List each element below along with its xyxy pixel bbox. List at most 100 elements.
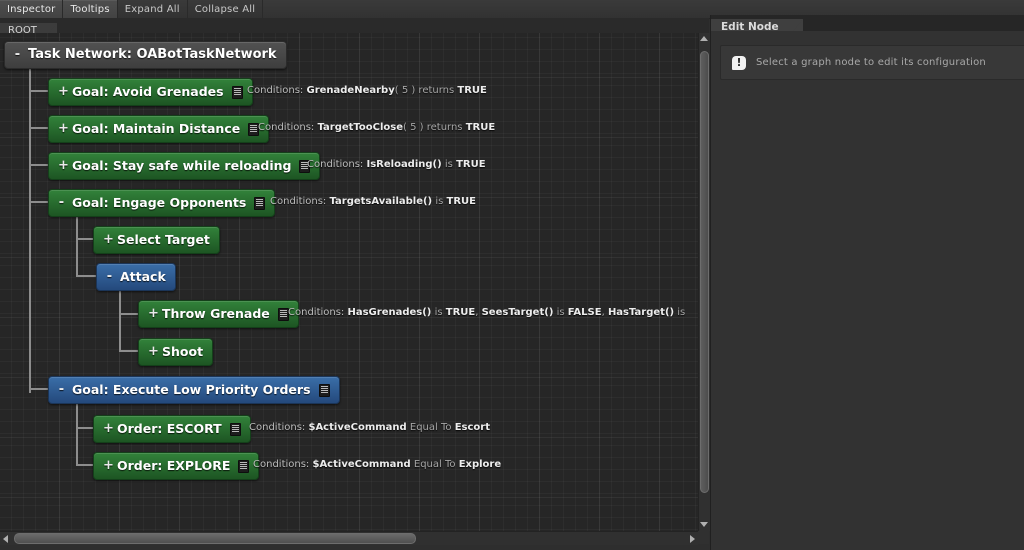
node-toggle-collapse-icon[interactable]: - <box>106 264 113 290</box>
node-condition-maintain-distance: Conditions: TargetTooClose( 5 ) returns … <box>258 115 495 141</box>
condition-function: TargetsAvailable() <box>329 196 433 207</box>
condition-prefix: Conditions: <box>288 307 348 318</box>
condition-function: HasGrenades() <box>347 307 432 318</box>
edit-node-panel: Edit Node Select a graph node to edit it… <box>710 15 1024 550</box>
scroll-right-arrow-icon[interactable] <box>690 535 695 543</box>
node-condition-avoid-grenades: Conditions: GrenadeNearby( 5 ) returns T… <box>247 78 487 104</box>
condition-function: IsReloading() <box>366 159 442 170</box>
graph-node-select-target[interactable]: + Select Target <box>93 226 220 254</box>
condition-prefix: Conditions: <box>249 422 309 433</box>
condition-bool: TRUE <box>446 196 476 207</box>
connector-branch <box>119 313 139 315</box>
node-toggle-expand-icon[interactable]: + <box>58 153 69 179</box>
node-toggle-expand-icon[interactable]: + <box>58 79 69 105</box>
edit-panel-info-box: Select a graph node to edit its configur… <box>720 45 1024 80</box>
node-document-icon[interactable] <box>231 85 243 99</box>
canvas-vertical-scrollbar[interactable] <box>698 33 710 531</box>
node-document-icon[interactable] <box>254 196 266 210</box>
connector-branch <box>76 464 94 466</box>
node-toggle-collapse-icon[interactable]: - <box>14 42 21 68</box>
node-label: Goal: Avoid Grenades <box>72 84 224 99</box>
graph-node-order-escort[interactable]: + Order: ESCORT <box>93 415 251 443</box>
graph-node-avoid-grenades[interactable]: + Goal: Avoid Grenades <box>48 78 253 106</box>
connector-branch <box>29 164 50 166</box>
node-toggle-expand-icon[interactable]: + <box>103 453 114 479</box>
graph-node-root[interactable]: - Task Network: OABotTaskNetwork <box>4 41 287 69</box>
node-label: Shoot <box>162 344 204 359</box>
condition-prefix: Conditions: <box>307 159 367 170</box>
node-condition-engage-opponents: Conditions: TargetsAvailable() is TRUE <box>270 189 476 215</box>
node-toggle-expand-icon[interactable]: + <box>148 301 159 327</box>
node-condition-order-explore: Conditions: $ActiveCommand Equal To Expl… <box>253 452 501 478</box>
node-toggle-collapse-icon[interactable]: - <box>58 190 65 216</box>
condition-bool: TRUE <box>457 85 487 96</box>
scrollbar-corner <box>698 531 709 544</box>
condition-bool: TRUE <box>456 159 486 170</box>
condition-bool: FALSE <box>567 307 602 318</box>
graph-tabstrip: ROOT <box>0 18 709 38</box>
connector-trunk-orders <box>76 402 78 465</box>
graph-node-execute-low-priority-orders[interactable]: - Goal: Execute Low Priority Orders <box>48 376 340 404</box>
node-label: Goal: Engage Opponents <box>72 195 247 210</box>
node-label: Task Network: OABotTaskNetwork <box>28 47 277 62</box>
task-network-editor-window: Inspector Tooltips Expand All Collapse All … <box>0 0 1024 550</box>
node-condition-stay-safe-reloading: Conditions: IsReloading() is TRUE <box>307 152 486 178</box>
node-toggle-expand-icon[interactable]: + <box>103 227 114 253</box>
node-label: Goal: Stay safe while reloading <box>72 158 292 173</box>
connector-branch <box>29 90 50 92</box>
condition-expression: is TRUE <box>441 159 486 170</box>
node-label: Goal: Execute Low Priority Orders <box>72 382 311 397</box>
condition-function: SeesTarget() <box>481 307 554 318</box>
condition-value: Explore <box>458 459 502 470</box>
condition-function: $ActiveCommand <box>312 459 411 470</box>
edit-panel-body: Select a graph node to edit its configur… <box>711 31 1024 550</box>
condition-expression: is TRUE, SeesTarget() is FALSE, HasTarge… <box>431 307 686 318</box>
vertical-scroll-thumb[interactable] <box>700 51 709 493</box>
graph-node-attack[interactable]: - Attack <box>96 263 176 291</box>
condition-expression: ( 5 ) returns TRUE <box>403 122 496 133</box>
node-document-icon[interactable] <box>318 383 330 397</box>
graph-node-maintain-distance[interactable]: + Goal: Maintain Distance <box>48 115 270 143</box>
edit-panel-info-text: Select a graph node to edit its configur… <box>756 57 986 68</box>
node-toggle-collapse-icon[interactable]: - <box>58 377 65 403</box>
toolbar-button-tooltips[interactable]: Tooltips <box>63 0 118 18</box>
connector-branch <box>76 275 97 277</box>
graph-node-stay-safe-reloading[interactable]: + Goal: Stay safe while reloading <box>48 152 321 180</box>
toolbar-button-collapse-all[interactable]: Collapse All <box>188 0 264 18</box>
condition-function: $ActiveCommand <box>308 422 407 433</box>
scroll-up-arrow-icon[interactable] <box>700 36 708 41</box>
horizontal-scroll-thumb[interactable] <box>14 533 416 544</box>
graph-node-engage-opponents[interactable]: - Goal: Engage Opponents <box>48 189 276 217</box>
condition-function: GrenadeNearby <box>306 85 395 96</box>
condition-prefix: Conditions: <box>253 459 313 470</box>
node-document-icon[interactable] <box>238 459 250 473</box>
node-document-icon[interactable] <box>229 422 241 436</box>
node-label: Order: EXPLORE <box>117 458 231 473</box>
connector-branch <box>29 201 50 203</box>
node-toggle-expand-icon[interactable]: + <box>148 339 159 365</box>
scroll-left-arrow-icon[interactable] <box>3 535 8 543</box>
connector-trunk-root <box>29 67 31 393</box>
condition-prefix: Conditions: <box>247 85 307 96</box>
graph-canvas[interactable]: - Task Network: OABotTaskNetwork + Goal: Av… <box>0 33 698 531</box>
connector-branch <box>76 427 94 429</box>
condition-expression: is TRUE <box>432 196 476 207</box>
graph-tree: - Task Network: OABotTaskNetwork + Goal: Av… <box>0 33 698 531</box>
condition-value: Escort <box>454 422 490 433</box>
node-label: Order: ESCORT <box>117 421 222 436</box>
node-toggle-expand-icon[interactable]: + <box>58 116 69 142</box>
node-label: Attack <box>120 269 166 284</box>
graph-node-shoot[interactable]: + Shoot <box>138 338 214 366</box>
connector-branch <box>119 350 139 352</box>
node-condition-order-escort: Conditions: $ActiveCommand Equal To Esco… <box>249 415 490 441</box>
scroll-down-arrow-icon[interactable] <box>700 522 708 527</box>
condition-prefix: Conditions: <box>258 122 318 133</box>
edit-panel-tabbar: Edit Node <box>711 15 1024 35</box>
toolbar-button-expand-all[interactable]: Expand All <box>118 0 188 18</box>
canvas-horizontal-scrollbar[interactable] <box>0 531 698 545</box>
graph-node-order-explore[interactable]: + Order: EXPLORE <box>93 452 260 480</box>
node-toggle-expand-icon[interactable]: + <box>103 416 114 442</box>
condition-function: TargetTooClose <box>317 122 404 133</box>
toolbar-button-inspector[interactable]: Inspector <box>0 0 64 18</box>
graph-node-throw-grenade[interactable]: + Throw Grenade <box>138 300 299 328</box>
